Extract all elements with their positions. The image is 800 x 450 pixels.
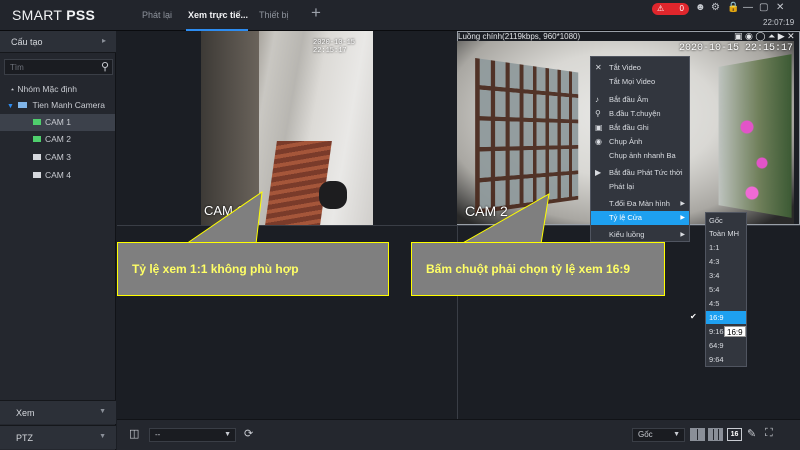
microphone-icon[interactable]: ⏶	[768, 31, 775, 41]
play-circle-icon: ▶	[595, 168, 602, 177]
tab-devices[interactable]: Thiết bị	[259, 10, 289, 20]
close-icon: ✕	[595, 63, 602, 72]
microphone-icon: ⚲	[595, 109, 601, 118]
close-icon[interactable]: ✕	[776, 2, 784, 13]
menu-item-aspect-ratio[interactable]: Tỷ lệ Cửa ▶	[591, 211, 689, 225]
alarm-badge[interactable]: ⚠ 0	[652, 3, 689, 15]
callout-instruction: Bấm chuột phải chọn tỷ lệ xem 16:9	[411, 242, 665, 296]
layout-16-button[interactable]: 16	[727, 428, 742, 441]
tree-group-default[interactable]: ⋆ Nhóm Mặc định	[0, 81, 115, 98]
speaker-icon: ♪	[595, 95, 599, 104]
ratio-option-16-9[interactable]: 16:9	[706, 311, 746, 324]
minimize-icon[interactable]: —	[743, 2, 753, 13]
app-logo: SMART PSS	[12, 7, 96, 23]
stream-info: Luồng chính(2119kbps, 960*1080)	[458, 32, 581, 41]
device-search: ⚲	[4, 59, 113, 75]
save-view-icon[interactable]: ◫	[129, 427, 139, 440]
tree-camera-3[interactable]: CAM 3	[0, 149, 115, 166]
tree-camera-4[interactable]: CAM 4	[0, 167, 115, 184]
play-icon[interactable]: ▶	[778, 31, 785, 41]
chevron-down-icon: ▼	[673, 431, 680, 438]
tab-live-view[interactable]: Xem trực tiế...	[188, 10, 248, 20]
frame-icon[interactable]: ▣	[734, 31, 743, 41]
camera-icon	[33, 118, 41, 125]
chevron-down-icon: ▼	[99, 408, 106, 415]
view-preset-select[interactable]: -- ▼	[149, 428, 236, 442]
menu-item-triple-snapshot[interactable]: Chụp ảnh nhanh Ba	[591, 149, 689, 163]
bottom-toolbar: ◫ -- ▼ ⟳ Gốc ▼ 16 ✎ ⛶	[117, 419, 800, 450]
search-input[interactable]	[5, 60, 95, 74]
callout-tail-left	[184, 190, 263, 245]
folder-icon	[18, 102, 28, 108]
record-icon: ▣	[595, 123, 603, 132]
edit-icon[interactable]: ✎	[747, 427, 756, 440]
camera-icon	[33, 153, 41, 160]
menu-item-snapshot[interactable]: ◉ Chụp Ảnh	[591, 135, 689, 149]
menu-item-instant-playback[interactable]: ▶ Bắt đầu Phát Tức thời	[591, 166, 689, 180]
ratio-option-3-4[interactable]: 3:4	[706, 269, 746, 282]
lock-icon[interactable]: 🔒	[727, 2, 739, 13]
sidebar-section-structure[interactable]: Cấu tạo ▸	[0, 31, 116, 53]
expand-triangle-icon: ▼	[7, 103, 14, 110]
sidebar-section-ptz[interactable]: PTZ ▼	[0, 425, 116, 449]
fullscreen-icon[interactable]: ⛶	[765, 427, 773, 440]
user-icon[interactable]: ☻	[695, 2, 706, 13]
ratio-option-9-64[interactable]: 9:64	[706, 353, 746, 366]
camera-icon[interactable]: ◉	[745, 31, 753, 41]
ratio-option-4-5[interactable]: 4:5	[706, 297, 746, 310]
bell-icon: ⚠	[657, 4, 665, 13]
camera-icon: ◉	[595, 137, 602, 146]
chevron-down-icon: ▼	[99, 433, 106, 440]
tree-camera-1[interactable]: CAM 1	[0, 114, 115, 131]
cam1-timestamp: 2020-10-15 22:15:17	[313, 39, 356, 55]
chevron-right-icon: ▶	[680, 215, 685, 221]
add-tab-icon[interactable]: +	[311, 4, 321, 21]
callout-tail-right	[459, 193, 550, 245]
menu-item-stream-type[interactable]: Kiểu luồng ▶	[591, 228, 689, 242]
gear-icon[interactable]: ⚙	[711, 2, 720, 13]
menu-item-start-talk[interactable]: ⚲ B.đầu T.chuyện	[591, 107, 689, 121]
menu-item-close-video[interactable]: ✕ Tắt Video	[591, 61, 689, 75]
menu-item-start-record[interactable]: ▣ Bắt đầu Ghi	[591, 121, 689, 135]
context-menu: ✕ Tắt Video Tắt Mọi Video ♪ Bắt đầu Âm ⚲ B.…	[590, 56, 690, 242]
group-icon: ⋆	[10, 85, 16, 94]
callout-aspect-problem: Tỷ lệ xem 1:1 không phù hợp	[117, 242, 389, 296]
layout-3x3-icon[interactable]	[708, 428, 723, 441]
cam2-timestamp: 2020-10-15 22:15:17	[679, 43, 794, 54]
aspect-ratio-submenu: Gốc Toàn MH 1:1 4:3 3:4 5:4 4:5 16:9 9:1…	[705, 212, 747, 367]
clock: 22:07:19	[763, 18, 795, 27]
ratio-option-1-1[interactable]: 1:1	[706, 241, 746, 254]
tree-device[interactable]: ▼ Tien Manh Camera	[0, 97, 115, 114]
camera-icon	[33, 171, 41, 178]
tab-playback[interactable]: Phát lại	[142, 10, 172, 20]
ratio-option-4-3[interactable]: 4:3	[706, 255, 746, 268]
ratio-option-64-9[interactable]: 64:9	[706, 339, 746, 352]
checkmark-icon: ✔	[690, 312, 697, 321]
title-bar: SMART PSS Phát lại Xem trực tiế... Thiết…	[0, 0, 800, 31]
menu-item-playback[interactable]: Phát lại	[591, 180, 689, 194]
menu-item-start-audio[interactable]: ♪ Bắt đầu Âm	[591, 93, 689, 107]
menu-item-multi-screen[interactable]: T.đổi Đa Màn hình ▶	[591, 197, 689, 211]
search-icon[interactable]: ⚲	[101, 60, 109, 73]
aspect-ratio-select[interactable]: Gốc ▼	[632, 428, 685, 442]
maximize-icon[interactable]: ▢	[759, 2, 768, 13]
record-icon[interactable]: ◯	[755, 31, 765, 41]
tree-camera-2[interactable]: CAM 2	[0, 131, 115, 148]
close-icon[interactable]: ✕	[787, 31, 795, 41]
sidebar: Cấu tạo ▸ ⚲ ⋆ Nhóm Mặc định ▼ Tien Manh …	[0, 31, 116, 450]
ratio-option-fullscreen[interactable]: Toàn MH	[706, 227, 746, 240]
menu-item-close-all-video[interactable]: Tắt Mọi Video	[591, 75, 689, 89]
tooltip: 16:9	[724, 326, 746, 337]
refresh-icon[interactable]: ⟳	[244, 427, 253, 440]
sidebar-section-view[interactable]: Xem ▼	[0, 400, 116, 424]
camera-icon	[33, 135, 41, 142]
chevron-right-icon: ▸	[101, 36, 106, 45]
chevron-right-icon: ▶	[680, 232, 685, 238]
chevron-down-icon: ▼	[224, 431, 231, 438]
ratio-option-5-4[interactable]: 5:4	[706, 283, 746, 296]
ratio-option-original[interactable]: Gốc	[706, 214, 746, 227]
layout-2x2-icon[interactable]	[690, 428, 705, 441]
chevron-right-icon: ▶	[680, 201, 685, 207]
